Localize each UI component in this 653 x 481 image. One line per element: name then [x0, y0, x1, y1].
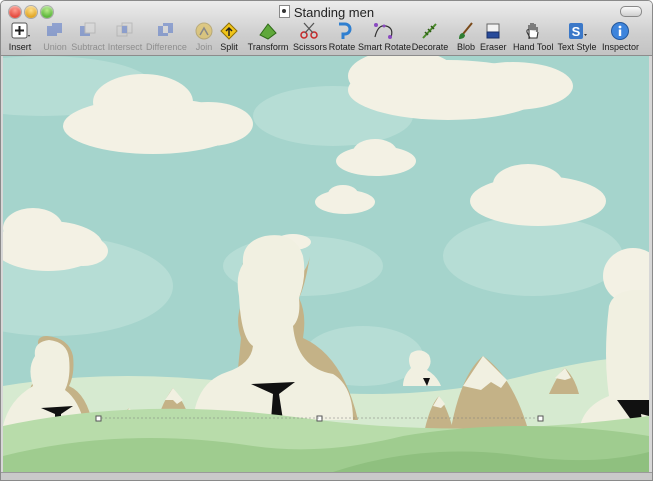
split-label: Split — [220, 42, 238, 52]
rotate-icon — [339, 22, 352, 39]
blob-label: Blob — [456, 42, 475, 52]
union-button[interactable]: Union — [41, 21, 69, 53]
subtract-icon — [80, 22, 96, 36]
smart-rotate-icon — [374, 23, 393, 39]
toolbar-toggle-button[interactable] — [620, 6, 642, 17]
transform-label: Transform — [247, 42, 289, 52]
scissors-button[interactable]: Scissors — [293, 21, 328, 53]
scissors-icon — [300, 22, 318, 39]
inspector-button[interactable]: Inspector — [602, 21, 640, 53]
svg-text:S: S — [572, 24, 581, 39]
window-title: Standing men — [293, 5, 375, 20]
difference-button[interactable]: Difference — [146, 21, 187, 53]
intersect-button[interactable]: Intersect — [107, 21, 143, 53]
text-style-button[interactable]: S Text Style — [557, 21, 597, 53]
decorate-button[interactable]: Decorate — [411, 21, 449, 53]
insert-button[interactable]: Insert — [7, 21, 33, 53]
window-title-area: Standing men — [1, 5, 652, 20]
join-icon — [195, 22, 213, 40]
split-button[interactable]: Split — [218, 21, 240, 53]
join-label: Join — [195, 42, 213, 52]
plus-icon — [11, 22, 30, 39]
rotate-label: Rotate — [328, 42, 356, 52]
decorate-icon — [422, 23, 437, 39]
smart-rotate-button[interactable]: Smart Rotate — [358, 21, 412, 53]
subtract-button[interactable]: Subtract — [71, 21, 105, 53]
status-bar — [1, 472, 652, 480]
intersect-icon — [116, 22, 133, 37]
join-button[interactable]: Join — [193, 21, 215, 53]
hand-tool-label: Hand Tool — [513, 42, 554, 52]
eraser-label: Eraser — [480, 42, 507, 52]
blob-button[interactable]: Blob — [454, 21, 478, 53]
union-icon — [47, 23, 62, 36]
transform-button[interactable]: Transform — [247, 21, 289, 53]
app-window: Standing men Insert Union Subtract Inter… — [0, 0, 653, 481]
blob-brush-icon — [459, 22, 473, 39]
hand-tool-button[interactable]: Hand Tool — [513, 21, 553, 53]
smart-rotate-label: Smart Rotate — [358, 42, 412, 52]
selection-handle[interactable] — [95, 415, 102, 422]
title-bar: Standing men Insert Union Subtract Inter… — [1, 1, 652, 56]
selection-handle[interactable] — [316, 415, 323, 422]
eraser-button[interactable]: Eraser — [480, 21, 507, 53]
insert-label: Insert — [8, 42, 32, 52]
difference-icon — [158, 23, 173, 36]
eraser-icon — [486, 23, 500, 39]
union-label: Union — [43, 42, 67, 52]
transform-icon — [259, 23, 277, 40]
split-icon — [220, 22, 238, 40]
text-style-icon: S — [569, 23, 587, 39]
artwork — [3, 56, 649, 472]
drawing-canvas[interactable] — [3, 56, 649, 472]
difference-label: Difference — [146, 42, 187, 52]
info-icon — [611, 22, 629, 40]
document-icon — [278, 5, 290, 18]
hand-icon — [526, 23, 539, 39]
decorate-label: Decorate — [411, 42, 449, 52]
scissors-label: Scissors — [293, 42, 328, 52]
inspector-label: Inspector — [602, 42, 640, 52]
intersect-label: Intersect — [107, 42, 143, 52]
rotate-button[interactable]: Rotate — [328, 21, 356, 53]
selection-handle[interactable] — [537, 415, 544, 422]
subtract-label: Subtract — [71, 42, 105, 52]
text-style-label: Text Style — [557, 42, 597, 52]
